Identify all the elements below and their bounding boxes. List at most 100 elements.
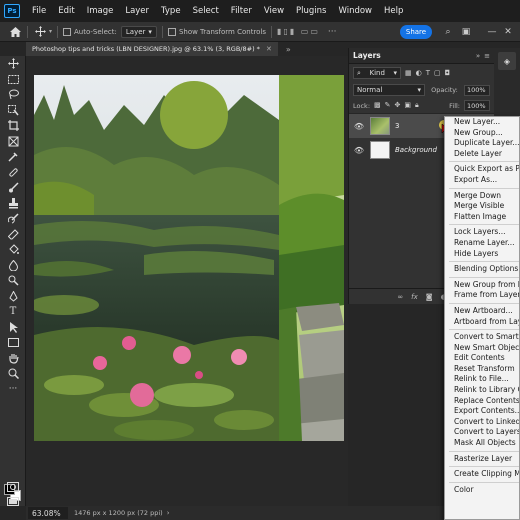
history-brush-tool-icon[interactable] — [0, 211, 26, 227]
menu-item-replace-contents[interactable]: Replace Contents... — [445, 396, 519, 407]
workspace-icon[interactable]: ▣ — [460, 26, 472, 38]
marquee-tool-icon[interactable] — [0, 72, 26, 88]
lock-all-icon[interactable]: 🔒︎ — [415, 101, 419, 110]
menu-item-rasterize-layer[interactable]: Rasterize Layer — [445, 454, 519, 465]
layer-name[interactable]: Background — [395, 146, 437, 154]
paint-bucket-tool-icon[interactable] — [0, 242, 26, 258]
menu-item-new-artboard[interactable]: New Artboard... — [445, 306, 519, 317]
clone-stamp-tool-icon[interactable] — [0, 196, 26, 212]
quick-mask-icon[interactable] — [4, 480, 22, 494]
frame-tool-icon[interactable] — [0, 134, 26, 150]
menu-item-create-clipping-mask[interactable]: Create Clipping Mask — [445, 469, 519, 480]
layers-panel-title[interactable]: Layers — [353, 51, 381, 60]
menu-view[interactable]: View — [258, 6, 290, 16]
menu-item-merge-visible[interactable]: Merge Visible — [445, 201, 519, 212]
add-mask-icon[interactable]: ◙ — [426, 293, 433, 301]
menu-item-artboard-from-layers[interactable]: Artboard from Layers... — [445, 317, 519, 328]
object-selection-tool-icon[interactable] — [0, 103, 26, 119]
menu-item-new-group-from-layers[interactable]: New Group from Layers... — [445, 280, 519, 291]
menu-item-new-smart-object-via-copy[interactable]: New Smart Object via Copy — [445, 343, 519, 354]
menu-item-relink-to-file[interactable]: Relink to File... — [445, 374, 519, 385]
menu-filter[interactable]: Filter — [225, 6, 258, 16]
chevron-right-icon[interactable]: › — [167, 509, 170, 517]
type-tool-icon[interactable]: T — [0, 304, 26, 320]
menu-item-convert-to-smart-object[interactable]: Convert to Smart Object — [445, 332, 519, 343]
menu-item-new-layer[interactable]: New Layer... — [445, 117, 519, 128]
zoom-field[interactable]: 63.08% — [28, 507, 68, 519]
kind-filter-dropdown[interactable]: ⌕ Kind ▾ — [353, 67, 401, 79]
menu-item-mask-all-objects[interactable]: Mask All Objects — [445, 438, 519, 449]
menu-item-new-group[interactable]: New Group... — [445, 128, 519, 139]
layers-panel-icon[interactable]: ◈ — [498, 52, 516, 70]
blend-mode-dropdown[interactable]: Normal ▾ — [353, 84, 425, 96]
menu-item-rename-layer[interactable]: Rename Layer... — [445, 238, 519, 249]
align-icons[interactable]: ▮▯▮ ▭▭ — [277, 27, 320, 36]
canvas-area[interactable] — [26, 56, 348, 506]
minimize-icon[interactable]: — — [486, 26, 498, 38]
menu-item-convert-to-layers[interactable]: Convert to Layers — [445, 427, 519, 438]
menu-item-quick-export-as-png[interactable]: Quick Export as PNG — [445, 164, 519, 175]
close-icon[interactable]: ✕ — [502, 26, 514, 38]
menu-select[interactable]: Select — [187, 6, 225, 16]
search-icon[interactable]: ⌕ — [442, 26, 454, 38]
adjustment-filter-icon[interactable]: ◐ — [416, 69, 422, 77]
menu-item-delete-layer[interactable]: Delete Layer — [445, 149, 519, 160]
menu-item-edit-contents[interactable]: Edit Contents — [445, 353, 519, 364]
lock-artboard-icon[interactable]: ▣ — [404, 101, 411, 110]
share-button[interactable]: Share — [400, 25, 432, 39]
path-selection-tool-icon[interactable] — [0, 320, 26, 336]
auto-select-checkbox[interactable] — [63, 27, 72, 36]
menu-item-duplicate-layer[interactable]: Duplicate Layer... — [445, 138, 519, 149]
document-image[interactable] — [34, 75, 344, 441]
menu-item-export-contents[interactable]: Export Contents... — [445, 406, 519, 417]
fill-field[interactable]: 100% — [464, 100, 490, 111]
rectangle-tool-icon[interactable] — [0, 335, 26, 351]
layer-name[interactable]: 3 — [395, 122, 399, 130]
menu-item-reset-transform[interactable]: Reset Transform — [445, 364, 519, 375]
move-tool-icon[interactable] — [33, 25, 47, 39]
chevron-right-icon[interactable]: » — [286, 45, 291, 54]
menu-item-convert-to-linked[interactable]: Convert to Linked... — [445, 417, 519, 428]
type-filter-icon[interactable]: T — [426, 69, 430, 77]
crop-tool-icon[interactable] — [0, 118, 26, 134]
menu-item-color[interactable]: Color — [445, 485, 519, 496]
opacity-field[interactable]: 100% — [464, 84, 490, 96]
hand-tool-icon[interactable] — [0, 351, 26, 367]
menu-item-flatten-image[interactable]: Flatten Image — [445, 212, 519, 223]
visibility-eye-icon[interactable]: 👁︎ — [353, 146, 365, 155]
shape-filter-icon[interactable]: ▢ — [434, 69, 441, 77]
eraser-tool-icon[interactable] — [0, 227, 26, 243]
menu-type[interactable]: Type — [155, 6, 187, 16]
more-options-icon[interactable]: ··· — [328, 27, 337, 37]
menu-item-frame-from-layers[interactable]: Frame from Layers... — [445, 290, 519, 301]
menu-item-export-as[interactable]: Export As... — [445, 175, 519, 186]
eyedropper-tool-icon[interactable] — [0, 149, 26, 165]
menu-item-lock-layers[interactable]: Lock Layers... — [445, 227, 519, 238]
brush-tool-icon[interactable] — [0, 180, 26, 196]
menu-item-blending-options[interactable]: Blending Options... — [445, 264, 519, 275]
close-icon[interactable]: ✕ — [266, 45, 272, 53]
zoom-tool-icon[interactable] — [0, 366, 26, 382]
menu-file[interactable]: File — [26, 6, 52, 16]
menu-edit[interactable]: Edit — [52, 6, 80, 16]
layer-style-icon[interactable]: fx — [411, 293, 418, 301]
healing-brush-tool-icon[interactable] — [0, 165, 26, 181]
lock-transparent-icon[interactable]: ▩ — [374, 101, 381, 110]
pen-tool-icon[interactable] — [0, 289, 26, 305]
panel-menu-icon[interactable]: ≡ — [484, 52, 490, 60]
menu-layer[interactable]: Layer — [119, 6, 155, 16]
menu-help[interactable]: Help — [378, 6, 409, 16]
visibility-eye-icon[interactable]: 👁︎ — [353, 122, 365, 131]
collapse-icon[interactable]: » — [476, 52, 480, 60]
pixel-filter-icon[interactable]: ▦ — [405, 69, 412, 77]
link-layers-icon[interactable]: ∞ — [397, 293, 403, 301]
smart-object-filter-icon[interactable]: ◘ — [445, 69, 451, 77]
lasso-tool-icon[interactable] — [0, 87, 26, 103]
menu-window[interactable]: Window — [332, 6, 378, 16]
auto-select-dropdown[interactable]: Layer ▾ — [120, 25, 157, 38]
document-tab[interactable]: Photoshop tips and tricks (LBN DESIGNER)… — [26, 42, 278, 56]
dodge-tool-icon[interactable] — [0, 273, 26, 289]
menu-item-relink-to-library-graphic[interactable]: Relink to Library Graphic... — [445, 385, 519, 396]
show-transform-checkbox[interactable] — [167, 27, 176, 36]
move-tool-icon[interactable] — [0, 56, 26, 72]
